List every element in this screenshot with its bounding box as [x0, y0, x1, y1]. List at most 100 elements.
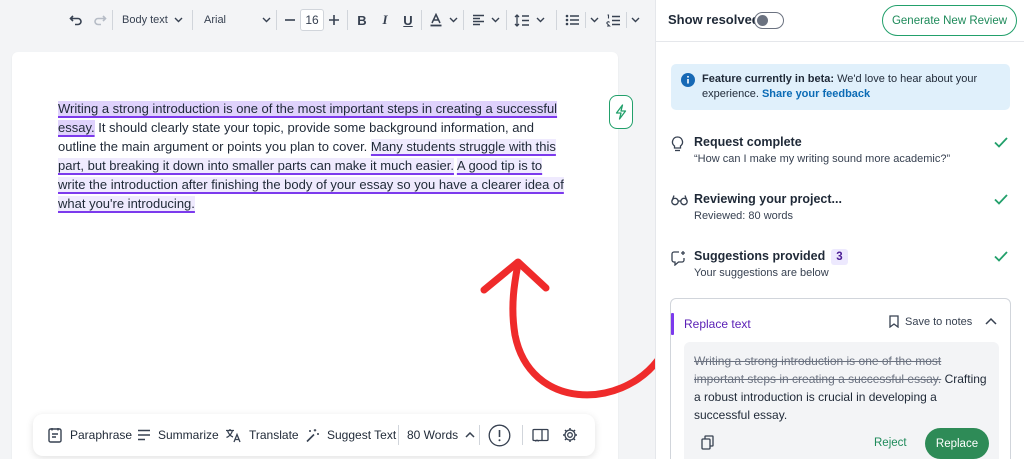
- reject-button[interactable]: Reject: [874, 437, 907, 449]
- paraphrase-icon: [48, 428, 62, 443]
- toolbar-divider: [347, 10, 348, 30]
- step-subtitle: Your suggestions are below: [694, 267, 829, 279]
- align-left-icon: [473, 14, 484, 26]
- font-size-input[interactable]: 16: [300, 8, 324, 32]
- check-icon: [994, 137, 1008, 148]
- toolbar-divider: [192, 10, 193, 30]
- undo-icon[interactable]: [66, 8, 86, 32]
- underline-button[interactable]: U: [401, 8, 415, 32]
- beta-notice: Feature currently in beta: We'd love to …: [671, 64, 1010, 110]
- text-color-icon: [430, 13, 442, 27]
- glasses-icon: [671, 195, 688, 206]
- original-text: Writing a strong introduction is one of …: [694, 354, 942, 386]
- check-icon: [994, 251, 1008, 262]
- toggle-knob: [757, 15, 768, 26]
- line-spacing-icon: [514, 13, 529, 27]
- translate-button[interactable]: Translate: [225, 414, 299, 456]
- bookmark-icon: [889, 315, 899, 328]
- summarize-button[interactable]: Summarize: [137, 414, 219, 456]
- redo-icon[interactable]: [90, 8, 110, 32]
- step-title: Suggestions provided 3: [694, 249, 848, 265]
- italic-button[interactable]: I: [378, 8, 392, 32]
- settings-button[interactable]: [562, 414, 585, 456]
- step-subtitle: Reviewed: 80 words: [694, 210, 794, 222]
- word-count-label: 80 Words: [407, 428, 459, 442]
- ai-tools-bar: Paraphrase Summarize Translate Suggest T…: [33, 414, 595, 456]
- increase-size-icon[interactable]: [327, 8, 341, 32]
- paraphrase-label: Paraphrase: [70, 428, 133, 442]
- numbered-list-icon: [606, 13, 620, 27]
- bar-divider: [522, 425, 523, 445]
- document-page[interactable]: Writing a strong introduction is one of …: [12, 52, 618, 459]
- alert-circle-icon: [488, 424, 511, 446]
- suggest-text-button[interactable]: Suggest Text: [305, 414, 396, 456]
- chevron-down-icon: [174, 17, 183, 23]
- suggestion-preview: Writing a strong introduction is one of …: [684, 342, 999, 459]
- save-to-notes-label: Save to notes: [905, 315, 973, 328]
- chevron-down-icon: [536, 17, 545, 23]
- toolbar-divider: [421, 10, 422, 30]
- suggestion-count-badge: 3: [831, 249, 848, 265]
- show-resolved-toggle[interactable]: [754, 12, 784, 29]
- suggestion-type-label: Replace text: [684, 317, 751, 331]
- lightbulb-icon: [671, 136, 684, 152]
- step-title-text: Suggestions provided: [694, 249, 826, 263]
- replace-button[interactable]: Replace: [925, 428, 989, 459]
- chevron-down-icon: [590, 17, 599, 23]
- text-color-button[interactable]: [429, 8, 458, 32]
- lightning-bolt-icon: [615, 104, 627, 120]
- font-size-value: 16: [300, 9, 324, 31]
- bold-button[interactable]: B: [355, 8, 369, 32]
- decrease-size-icon[interactable]: [283, 8, 297, 32]
- generate-new-review-button[interactable]: Generate New Review: [882, 5, 1017, 36]
- check-icon: [994, 194, 1008, 205]
- chevron-down-icon: [491, 17, 500, 23]
- bar-divider: [479, 425, 480, 445]
- toolbar-divider: [506, 10, 507, 30]
- summarize-label: Summarize: [158, 428, 219, 442]
- toolbar-divider: [112, 10, 113, 30]
- suggestion-card: Replace text Save to notes Writing a str…: [670, 298, 1011, 459]
- beta-message: Feature currently in beta: We'd love to …: [702, 72, 1002, 102]
- gear-icon: [563, 428, 577, 442]
- line-spacing-button[interactable]: [514, 8, 545, 32]
- step-subtitle: “How can I make my writing sound more ac…: [694, 153, 951, 165]
- translate-icon: [226, 428, 241, 442]
- panel-toggle-icon: [532, 428, 549, 442]
- toolbar-divider: [276, 10, 277, 30]
- style-select[interactable]: Body text: [122, 8, 183, 32]
- review-panel: Show resolved Generate New Review Featur…: [655, 0, 1024, 459]
- chevron-down-icon: [449, 17, 458, 23]
- ai-assist-button[interactable]: [609, 95, 633, 129]
- show-resolved-label: Show resolved: [668, 12, 760, 27]
- magic-wand-icon: [306, 428, 319, 442]
- word-count-button[interactable]: 80 Words: [407, 414, 475, 456]
- document-paragraph[interactable]: Writing a strong introduction is one of …: [58, 99, 568, 213]
- save-to-notes-button[interactable]: Save to notes: [889, 315, 972, 328]
- share-feedback-link[interactable]: Share your feedback: [762, 88, 870, 100]
- step-title: Reviewing your project...: [694, 192, 842, 206]
- chevron-up-icon[interactable]: [985, 317, 997, 325]
- bar-divider: [398, 425, 399, 445]
- beta-title: Feature currently in beta:: [702, 73, 835, 85]
- paraphrase-button[interactable]: Paraphrase: [47, 414, 132, 456]
- numbered-list-button[interactable]: [606, 8, 640, 32]
- chat-sparkle-icon: [671, 251, 685, 266]
- align-button[interactable]: [472, 8, 500, 32]
- translate-label: Translate: [249, 428, 299, 442]
- chevron-down-icon: [631, 17, 640, 23]
- info-icon: [681, 73, 695, 87]
- font-select[interactable]: Arial: [204, 8, 271, 32]
- side-panel-button[interactable]: [532, 414, 556, 456]
- issues-button[interactable]: [488, 414, 518, 456]
- suggest-text-label: Suggest Text: [327, 428, 397, 442]
- font-select-value: Arial: [204, 14, 227, 26]
- bullet-list-button[interactable]: [565, 8, 599, 32]
- suggestion-text: Writing a strong introduction is one of …: [694, 352, 992, 424]
- copy-icon[interactable]: [701, 435, 714, 450]
- bullet-list-icon: [565, 14, 579, 26]
- step-title: Request complete: [694, 135, 802, 149]
- toolbar-divider: [556, 10, 557, 30]
- chevron-up-icon: [465, 432, 475, 438]
- summarize-icon: [138, 429, 150, 441]
